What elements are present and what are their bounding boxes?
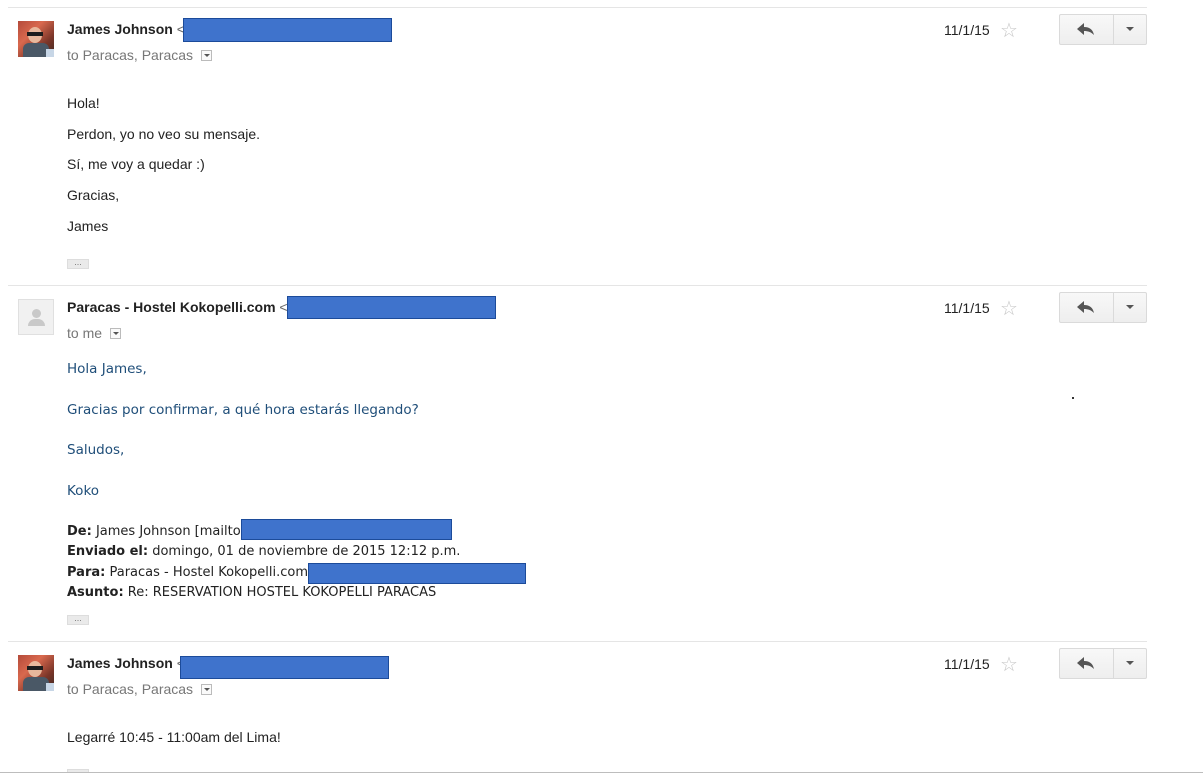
body-line: Saludos, — [67, 442, 125, 458]
more-options-button[interactable] — [1113, 293, 1147, 322]
more-options-button[interactable] — [1113, 15, 1147, 44]
body-line: Hola! — [67, 95, 100, 111]
reply-arrow-icon — [1077, 657, 1094, 669]
body-line: Hola James, — [67, 361, 147, 377]
recipients-line: to me — [67, 325, 122, 341]
message-date: 11/1/15 — [944, 656, 990, 672]
redacted-email — [308, 563, 526, 584]
body-line: Perdon, yo no veo su mensaje. — [67, 126, 261, 142]
avatar[interactable] — [18, 299, 54, 335]
body-line: Gracias por confirmar, a qué hora estará… — [67, 402, 419, 418]
show-details-icon[interactable] — [110, 327, 122, 339]
recipients-line: to Paracas, Paracas — [67, 47, 213, 63]
bottom-divider — [0, 772, 1203, 773]
reply-button-group — [1059, 292, 1147, 323]
star-icon[interactable]: ☆ — [1000, 21, 1018, 41]
show-trimmed-content-button[interactable]: ... — [67, 614, 89, 625]
body-line: James — [67, 218, 109, 234]
redacted-email — [183, 18, 392, 42]
message-1: James Johnson < to Paracas, Paracas 11/1… — [8, 7, 1147, 286]
star-icon[interactable]: ☆ — [1000, 655, 1018, 675]
sender-name[interactable]: Paracas - Hostel Kokopelli.com < — [67, 299, 288, 315]
redacted-email — [180, 656, 389, 679]
sender-name[interactable]: James Johnson < — [67, 655, 185, 671]
quoted-from: De: James Johnson [mailto — [67, 524, 241, 539]
body-line: Legarré 10:45 - 11:00am del Lima! — [67, 729, 281, 745]
avatar[interactable] — [18, 21, 54, 57]
reply-button[interactable] — [1060, 293, 1114, 322]
sender-name[interactable]: James Johnson < — [67, 21, 185, 37]
body-line: Koko — [67, 483, 100, 499]
reply-arrow-icon — [1077, 301, 1094, 313]
quoted-subject: Asunto: Re: RESERVATION HOSTEL KOKOPELLI… — [67, 585, 437, 600]
body-line: Gracias, — [67, 187, 120, 203]
redacted-email — [241, 519, 452, 540]
message-date: 11/1/15 — [944, 300, 990, 316]
quoted-sent: Enviado el: domingo, 01 de noviembre de … — [67, 544, 461, 559]
message-3: James Johnson < to Paracas, Paracas 11/1… — [8, 641, 1147, 773]
recipients-line: to Paracas, Paracas — [67, 681, 213, 697]
reply-arrow-icon — [1077, 23, 1094, 35]
reply-button-group — [1059, 14, 1147, 45]
show-details-icon[interactable] — [201, 49, 213, 61]
star-icon[interactable]: ☆ — [1000, 299, 1018, 319]
reply-button[interactable] — [1060, 15, 1114, 44]
message-2: Paracas - Hostel Kokopelli.com < to me 1… — [8, 285, 1147, 642]
message-date: 11/1/15 — [944, 22, 990, 38]
avatar[interactable] — [18, 655, 54, 691]
stray-dot — [1072, 397, 1074, 399]
body-line: Sí, me voy a quedar :) — [67, 156, 205, 172]
quoted-to: Para: Paracas - Hostel Kokopelli.com — [67, 565, 309, 580]
more-options-button[interactable] — [1113, 649, 1147, 678]
show-trimmed-content-button[interactable]: ... — [67, 258, 89, 269]
show-details-icon[interactable] — [201, 683, 213, 695]
redacted-email — [287, 296, 496, 319]
reply-button-group — [1059, 648, 1147, 679]
reply-button[interactable] — [1060, 649, 1114, 678]
